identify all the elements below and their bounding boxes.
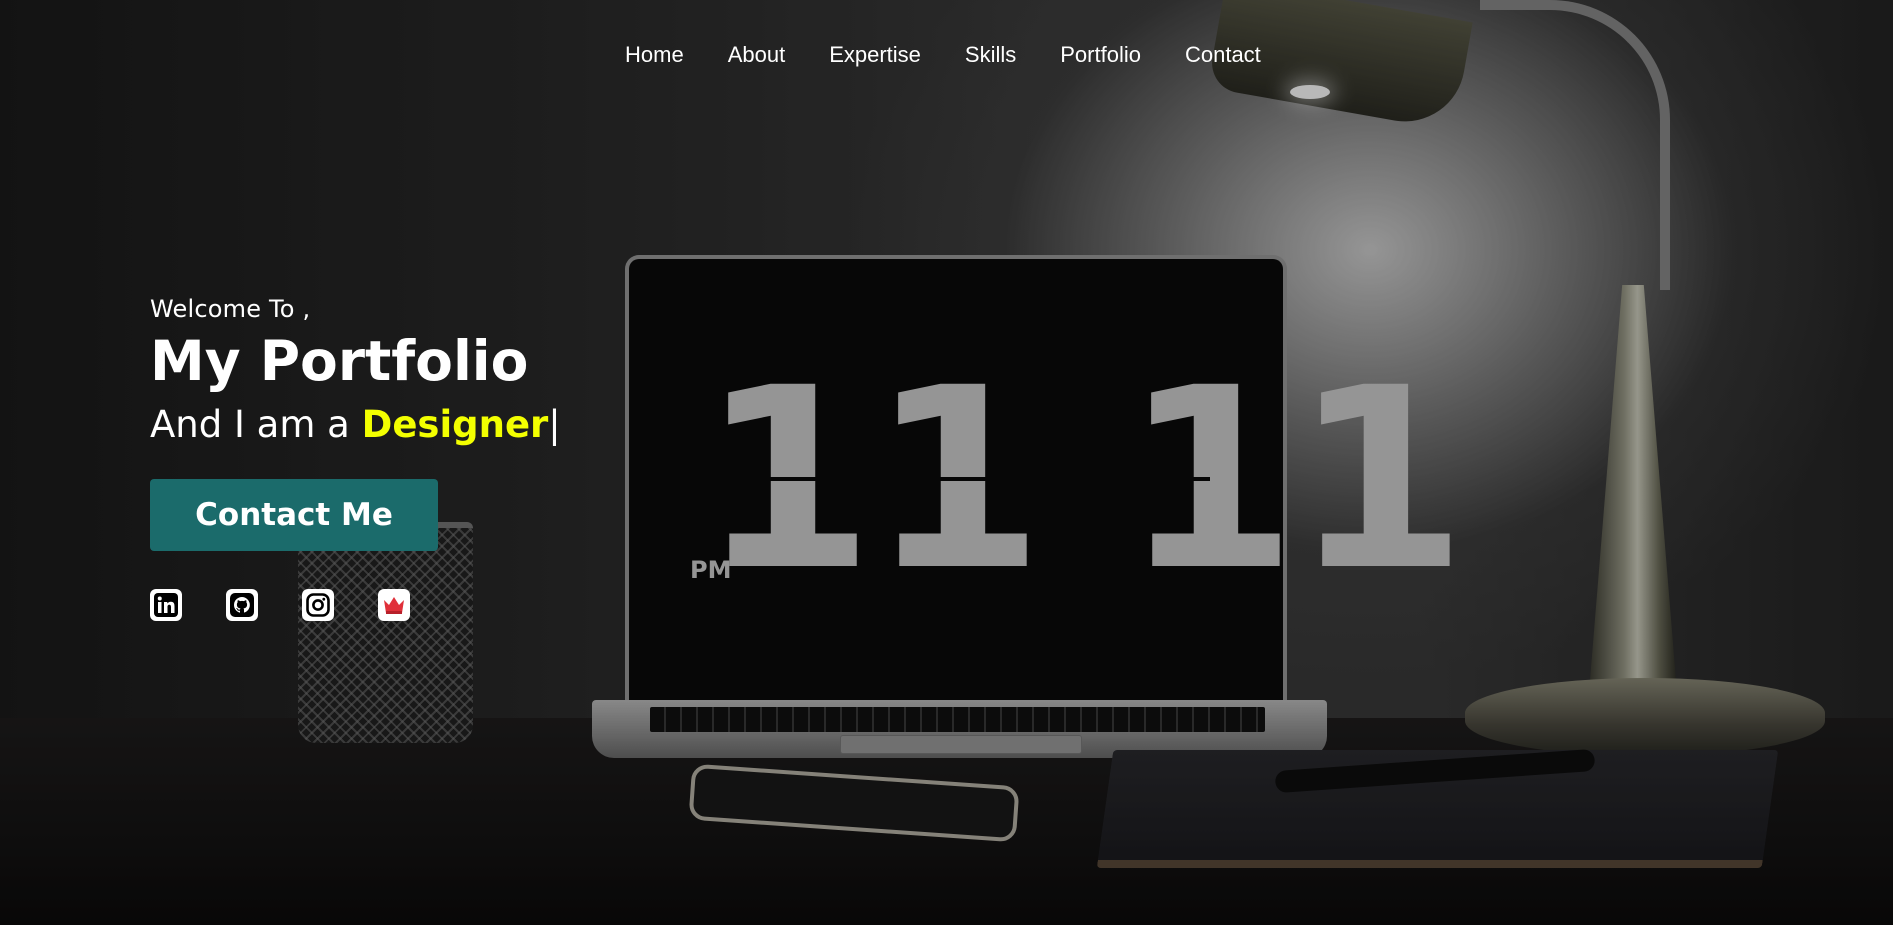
nav-contact[interactable]: Contact xyxy=(1185,42,1261,68)
contact-me-button[interactable]: Contact Me xyxy=(150,479,438,551)
linkedin-link[interactable] xyxy=(150,589,182,621)
nav-expertise[interactable]: Expertise xyxy=(829,42,921,68)
crown-icon xyxy=(382,593,406,617)
nav-about[interactable]: About xyxy=(728,42,786,68)
instagram-link[interactable] xyxy=(302,589,334,621)
welcome-text: Welcome To , xyxy=(150,295,311,323)
github-icon xyxy=(230,593,254,617)
nav-home[interactable]: Home xyxy=(625,42,684,68)
top-nav: Home About Expertise Skills Portfolio Co… xyxy=(625,42,1261,68)
linkedin-icon xyxy=(154,593,178,617)
github-link[interactable] xyxy=(226,589,258,621)
nav-portfolio[interactable]: Portfolio xyxy=(1060,42,1141,68)
instagram-icon xyxy=(306,593,330,617)
typing-cursor: | xyxy=(548,403,561,446)
crown-link[interactable] xyxy=(378,589,410,621)
tagline-prefix: And I am a xyxy=(150,403,350,446)
page-title: My Portfolio xyxy=(150,329,529,393)
typed-role: Designer xyxy=(361,403,549,446)
social-links xyxy=(150,589,561,621)
tagline: And I am a Designer| xyxy=(150,401,561,449)
hero-section: Welcome To , My Portfolio And I am a Des… xyxy=(150,295,561,621)
nav-skills[interactable]: Skills xyxy=(965,42,1016,68)
